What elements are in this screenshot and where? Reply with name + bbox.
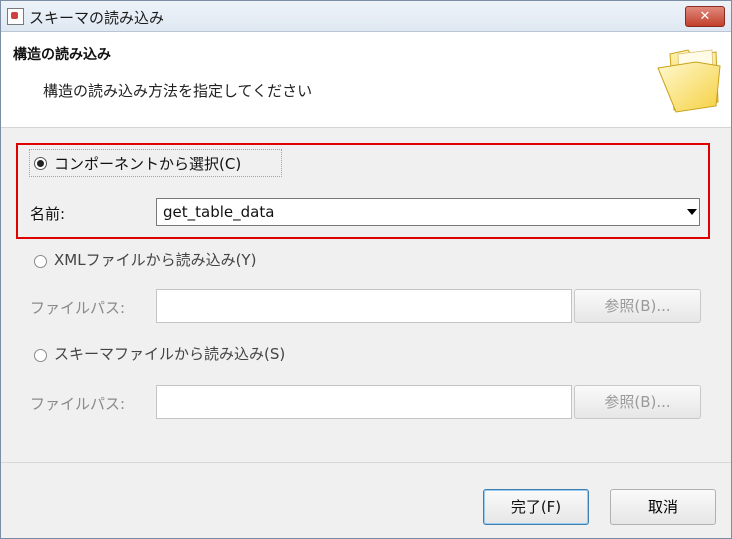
- wizard-header: 構造の読み込み 構造の読み込み方法を指定してください: [1, 32, 731, 128]
- header-title: 構造の読み込み: [13, 47, 111, 63]
- xml-radio[interactable]: [34, 255, 47, 268]
- cancel-button[interactable]: 取消: [610, 489, 716, 525]
- dialog-window: スキーマの読み込み ✕ 構造の読み込み 構造の読み込み方法を指定してください コ: [0, 0, 732, 539]
- finish-button[interactable]: 完了(F): [483, 489, 589, 525]
- component-radio[interactable]: [34, 157, 47, 170]
- schema-browse-button[interactable]: 参照(B)...: [574, 385, 701, 419]
- app-icon: [7, 8, 24, 25]
- schema-radio[interactable]: [34, 349, 47, 362]
- component-radio-label[interactable]: コンポーネントから選択(C): [54, 153, 241, 174]
- title-bar[interactable]: スキーマの読み込み ✕: [1, 1, 731, 32]
- window-title: スキーマの読み込み: [29, 9, 165, 27]
- name-label: 名前:: [30, 205, 66, 223]
- xml-path-label: ファイルパス:: [30, 299, 126, 317]
- name-combobox-value: get_table_data: [163, 203, 275, 221]
- close-button[interactable]: ✕: [685, 6, 725, 27]
- schema-radio-label[interactable]: スキーマファイルから読み込み(S): [54, 343, 285, 364]
- schema-path-label: ファイルパス:: [30, 395, 126, 413]
- name-combobox[interactable]: get_table_data: [156, 198, 700, 226]
- xml-path-input[interactable]: [156, 289, 572, 323]
- schema-path-input[interactable]: [156, 385, 572, 419]
- xml-browse-button[interactable]: 参照(B)...: [574, 289, 701, 323]
- xml-radio-label[interactable]: XMLファイルから読み込み(Y): [54, 249, 256, 270]
- footer-separator: [1, 462, 731, 463]
- chevron-down-icon[interactable]: [687, 209, 697, 215]
- folder-icon: [657, 49, 721, 113]
- header-description: 構造の読み込み方法を指定してください: [43, 82, 313, 100]
